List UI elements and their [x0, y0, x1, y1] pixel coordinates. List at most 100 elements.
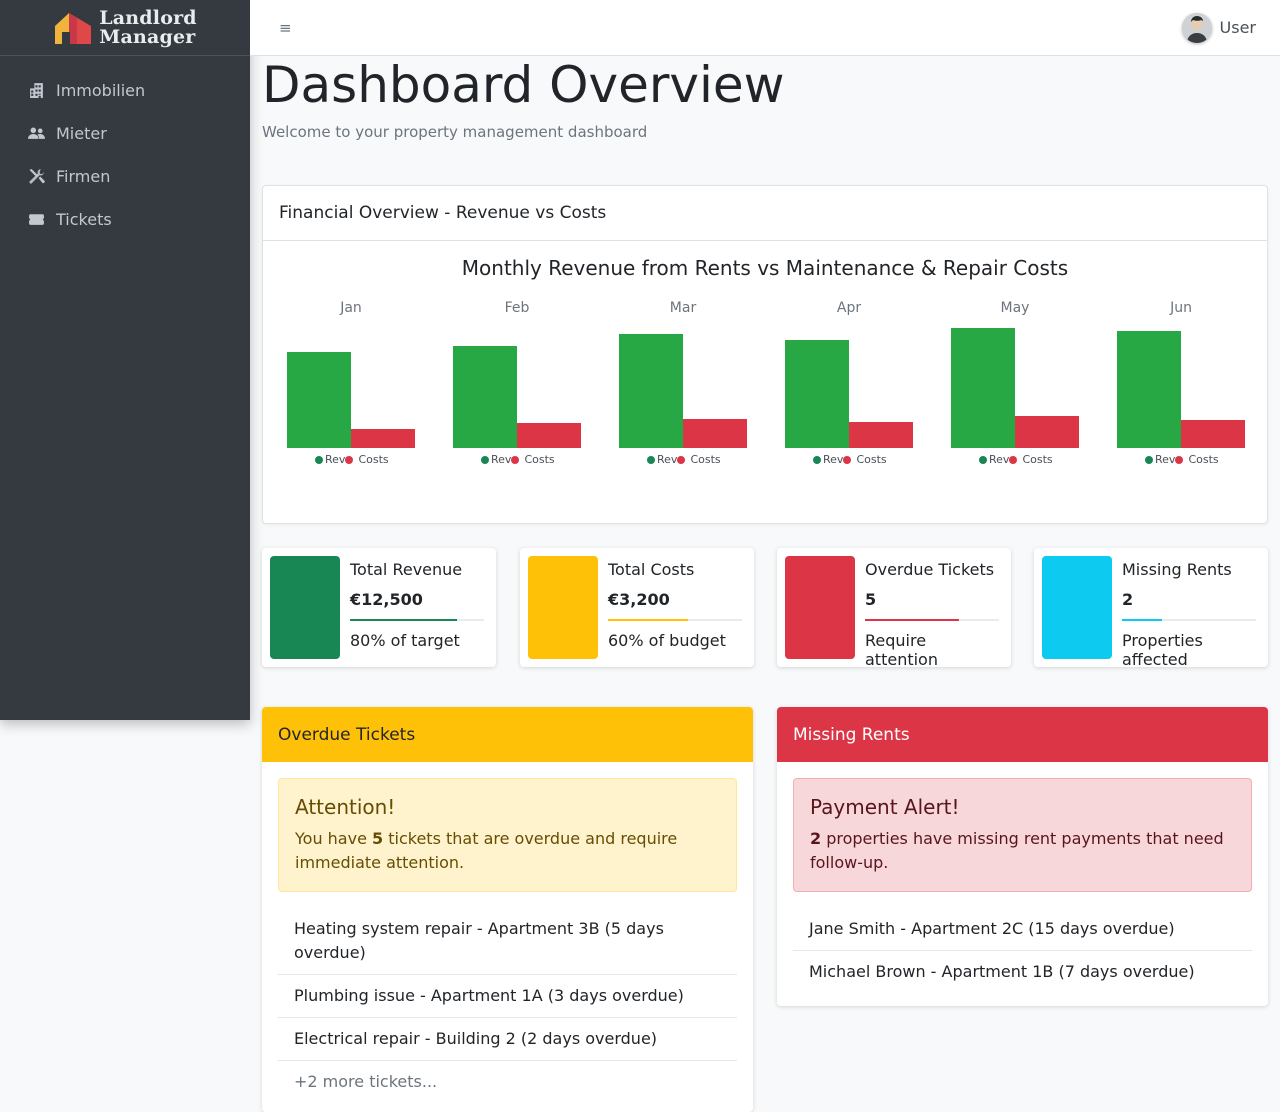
sidebar: Landlord Manager Immobilien Mieter Firme… — [0, 0, 250, 720]
stat-body: Total Revenue €12,500 80% of target — [350, 560, 484, 650]
stat-desc: 60% of budget — [608, 631, 726, 650]
brand-line-1: Landlord — [99, 6, 197, 29]
sidebar-item-label: Tickets — [56, 210, 112, 229]
stat-desc: 80% of target — [350, 631, 460, 650]
stat-box: Total Costs €3,200 60% of budget — [520, 548, 754, 667]
brand-name: Landlord Manager — [99, 6, 197, 47]
user-menu[interactable]: User — [1181, 12, 1256, 43]
stat-desc: Require attention — [865, 631, 938, 669]
stat-value: €12,500 — [350, 590, 423, 609]
stat-icon — [528, 556, 598, 659]
costs-bar[interactable] — [351, 429, 415, 448]
rev-dot-icon — [481, 455, 489, 464]
stat-value: 5 — [865, 590, 877, 609]
alert-text-post: properties have missing rent payments th… — [810, 829, 1224, 872]
costs-dot-icon — [345, 455, 354, 464]
sidebar-item-immobilien[interactable]: Immobilien — [0, 69, 250, 112]
x-tick-label: May — [1000, 300, 1030, 316]
x-tick-label: Mar — [669, 300, 697, 316]
alert-title: Payment Alert! — [810, 795, 960, 819]
stat-label: Total Costs — [608, 560, 695, 579]
costs-dot-icon — [511, 455, 520, 464]
legend-rev-label: Rev — [491, 453, 512, 466]
x-tick-label: Jun — [1170, 300, 1192, 316]
costs-bar[interactable] — [1015, 416, 1079, 448]
costs-dot-icon — [843, 455, 852, 464]
rev-dot-icon — [647, 455, 655, 464]
overdue-tickets-list: Heating system repair - Apartment 3B (5 … — [278, 908, 737, 1103]
stat-progress-fill — [865, 619, 959, 621]
chart-title: Monthly Revenue from Rents vs Maintenanc… — [461, 256, 1069, 280]
topbar: ≡ User — [250, 0, 1280, 56]
list-item[interactable]: Jane Smith - Apartment 2C (15 days overd… — [793, 908, 1252, 951]
page-subtitle: Welcome to your property management dash… — [262, 123, 648, 141]
stat-box: Missing Rents 2 Properties affected — [1034, 548, 1268, 669]
user-name: User — [1219, 18, 1256, 37]
list-item[interactable]: +2 more tickets... — [278, 1061, 737, 1103]
costs-bar[interactable] — [517, 423, 581, 448]
list-item[interactable]: Electrical repair - Building 2 (2 days o… — [278, 1018, 737, 1061]
x-tick-label: Feb — [504, 300, 530, 316]
stat-progress-fill — [1122, 619, 1163, 621]
stat-label: Total Revenue — [350, 560, 463, 579]
brand[interactable]: Landlord Manager — [0, 0, 250, 56]
legend-rev-label: Rev — [325, 453, 346, 466]
menu-toggle-icon[interactable]: ≡ — [279, 19, 292, 37]
avatar — [1181, 12, 1212, 43]
sidebar-item-firmen[interactable]: Firmen — [0, 155, 250, 198]
revenue-bar[interactable] — [785, 340, 849, 448]
list-item[interactable]: Plumbing issue - Apartment 1A (3 days ov… — [278, 975, 737, 1018]
stat-body: Total Costs €3,200 60% of budget — [608, 560, 742, 650]
legend-costs-label: Costs — [358, 453, 389, 466]
tools-icon — [27, 168, 45, 186]
legend-costs-label: Costs — [856, 453, 887, 466]
sidebar-item-label: Firmen — [56, 167, 111, 186]
chart-legend: Rev Costs — [979, 453, 1053, 466]
revenue-bar[interactable] — [1117, 331, 1181, 448]
x-tick-label: Jan — [340, 300, 362, 316]
costs-dot-icon — [1009, 455, 1018, 464]
legend-costs-label: Costs — [1188, 453, 1219, 466]
page-title: Dashboard Overview — [262, 56, 785, 114]
x-tick-label: Apr — [836, 300, 862, 316]
stat-progress — [608, 619, 742, 621]
revenue-bar[interactable] — [951, 328, 1015, 448]
alert-text: You have 5 tickets that are overdue and … — [295, 827, 720, 875]
costs-bar[interactable] — [1181, 420, 1245, 448]
legend-rev-label: Rev — [657, 453, 678, 466]
legend-costs-label: Costs — [1022, 453, 1053, 466]
costs-bar[interactable] — [849, 422, 913, 448]
stat-progress — [350, 619, 484, 621]
legend-rev-label: Rev — [989, 453, 1010, 466]
costs-bar[interactable] — [683, 419, 747, 448]
costs-dot-icon — [1175, 455, 1184, 464]
revenue-bar[interactable] — [453, 346, 517, 448]
financial-card-header: Financial Overview - Revenue vs Costs — [263, 186, 1267, 241]
missing-rents-header: Missing Rents — [777, 707, 1268, 762]
alert-count: 2 — [810, 829, 822, 848]
alert-text-pre: You have — [295, 829, 373, 848]
overdue-tickets-panel: Overdue Tickets Attention! You have 5 ti… — [262, 707, 753, 1112]
stat-icon — [785, 556, 855, 659]
missing-rents-list: Jane Smith - Apartment 2C (15 days overd… — [793, 908, 1252, 993]
alert-text: 2 properties have missing rent payments … — [810, 827, 1235, 875]
alert-title: Attention! — [295, 795, 396, 819]
legend-rev-label: Rev — [823, 453, 844, 466]
sidebar-item-label: Immobilien — [56, 81, 146, 100]
chart-legend: Rev Costs — [1145, 453, 1219, 466]
financial-overview-card: Financial Overview - Revenue vs Costs Mo… — [262, 185, 1268, 524]
chart-legend: Rev Costs — [481, 453, 555, 466]
stat-progress-fill — [350, 619, 458, 621]
legend-costs-label: Costs — [690, 453, 721, 466]
ticket-icon — [27, 211, 45, 229]
list-item[interactable]: Heating system repair - Apartment 3B (5 … — [278, 908, 737, 975]
revenue-bar[interactable] — [619, 334, 683, 448]
sidebar-item-mieter[interactable]: Mieter — [0, 112, 250, 155]
sidebar-item-tickets[interactable]: Tickets — [0, 198, 250, 241]
stat-label: Missing Rents — [1122, 560, 1232, 579]
overdue-tickets-header: Overdue Tickets — [262, 707, 753, 762]
revenue-bar[interactable] — [287, 352, 351, 448]
sidebar-item-label: Mieter — [56, 124, 107, 143]
alert-count: 5 — [372, 829, 384, 848]
list-item[interactable]: Michael Brown - Apartment 1B (7 days ove… — [793, 951, 1252, 993]
